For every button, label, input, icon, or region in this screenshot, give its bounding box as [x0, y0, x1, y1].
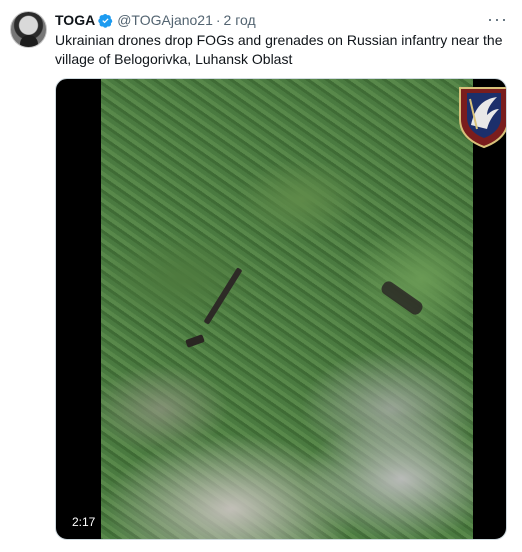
rifle-stock-shape: [185, 334, 205, 348]
unit-emblem-icon: [459, 87, 506, 149]
tweet-header: TOGA @TOGAjano21 · 2 год: [55, 11, 256, 29]
avatar[interactable]: [10, 11, 47, 48]
header-separator: ·: [215, 12, 221, 28]
more-options-icon[interactable]: ···: [487, 9, 508, 30]
tweet-timestamp[interactable]: 2 год: [224, 12, 256, 28]
tweet-text: Ukrainian drones drop FOGs and grenades …: [55, 32, 503, 67]
rifle-shape: [203, 267, 243, 325]
tweet-card[interactable]: TOGA @TOGAjano21 · 2 год ··· Ukrainian d…: [0, 0, 522, 552]
figure-shape: [379, 279, 425, 317]
author-handle[interactable]: @TOGAjano21: [117, 12, 213, 28]
verified-badge-icon: [98, 13, 113, 28]
video-duration: 2:17: [68, 513, 100, 531]
video-frame[interactable]: [101, 79, 506, 539]
video-player[interactable]: 2:17: [55, 78, 507, 540]
author-name[interactable]: TOGA: [55, 12, 95, 28]
